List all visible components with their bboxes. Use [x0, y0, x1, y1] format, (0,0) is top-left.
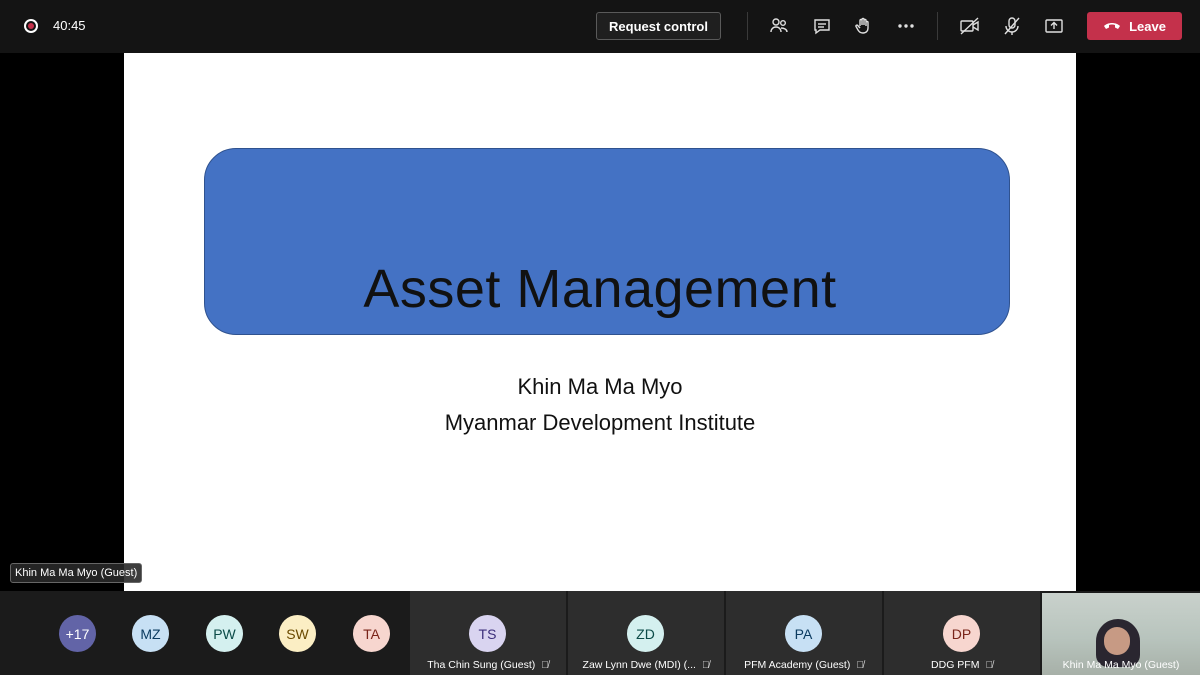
chat-icon[interactable]: [809, 14, 835, 38]
people-icon[interactable]: [766, 14, 792, 38]
mic-off-icon: 🎙̸: [701, 660, 710, 671]
participant-name: Tha Chin Sung (Guest) 🎙̸: [427, 659, 549, 671]
meeting-toolbar: 40:45 Request control Leave: [0, 0, 1200, 53]
organization-name: Myanmar Development Institute: [444, 410, 756, 435]
mic-off-icon: 🎙̸: [541, 660, 549, 671]
meeting-timer: 40:45: [53, 18, 86, 33]
participant-avatar: DP: [943, 615, 980, 652]
participant-avatar[interactable]: TA: [353, 615, 390, 652]
camera-off-icon[interactable]: [957, 14, 983, 38]
participant-name: Zaw Lynn Dwe (MDI) (... 🎙̸: [582, 659, 710, 671]
request-control-button[interactable]: Request control: [596, 12, 721, 40]
self-name-label: Khin Ma Ma Myo (Guest): [1062, 659, 1180, 671]
participant-tile[interactable]: DP DDG PFM 🎙̸: [884, 591, 1040, 675]
hang-up-icon: [1104, 23, 1121, 29]
participant-avatar[interactable]: SW: [279, 615, 316, 652]
slide-title: Asset Management: [363, 259, 837, 319]
participant-avatar[interactable]: PW: [206, 615, 243, 652]
mic-off-icon[interactable]: [999, 14, 1025, 38]
leave-button[interactable]: Leave: [1087, 12, 1182, 40]
self-video-tile[interactable]: Khin Ma Ma Myo (Guest): [1042, 593, 1200, 675]
participant-strip: +17 MZ PW SW TA TS Tha Chin Sung (Guest)…: [0, 591, 1200, 675]
participant-name: PFM Academy (Guest) 🎙̸: [744, 659, 864, 671]
mic-off-icon: 🎙̸: [985, 660, 993, 671]
toolbar-divider: [937, 12, 938, 40]
overflow-participants-button[interactable]: +17: [59, 615, 96, 652]
presenter-name-tag: Khin Ma Ma Myo (Guest): [10, 563, 143, 583]
presenter-name: Khin Ma Ma Myo: [517, 374, 683, 399]
leave-label: Leave: [1129, 18, 1166, 34]
mic-off-icon: 🎙̸: [856, 660, 864, 671]
participant-avatar: PA: [785, 615, 822, 652]
participant-tile[interactable]: ZD Zaw Lynn Dwe (MDI) (... 🎙̸: [568, 591, 724, 675]
self-video-face: [1104, 627, 1130, 655]
participant-avatar[interactable]: MZ: [132, 615, 169, 652]
toolbar-divider: [747, 12, 748, 40]
participant-avatar: TS: [469, 615, 506, 652]
recording-icon: [24, 19, 38, 33]
participant-avatar: ZD: [627, 615, 664, 652]
share-icon[interactable]: [1041, 14, 1067, 38]
participant-tile[interactable]: TS Tha Chin Sung (Guest) 🎙̸: [410, 591, 566, 675]
more-icon[interactable]: [893, 14, 919, 38]
shared-screen-stage: Asset Management Khin Ma Ma Myo Myanmar …: [0, 53, 1200, 591]
participant-name: DDG PFM 🎙̸: [931, 659, 993, 671]
raise-hand-icon[interactable]: [850, 14, 876, 38]
presentation-slide: Asset Management Khin Ma Ma Myo Myanmar …: [124, 53, 1076, 591]
participant-tile[interactable]: PA PFM Academy (Guest) 🎙̸: [726, 591, 882, 675]
